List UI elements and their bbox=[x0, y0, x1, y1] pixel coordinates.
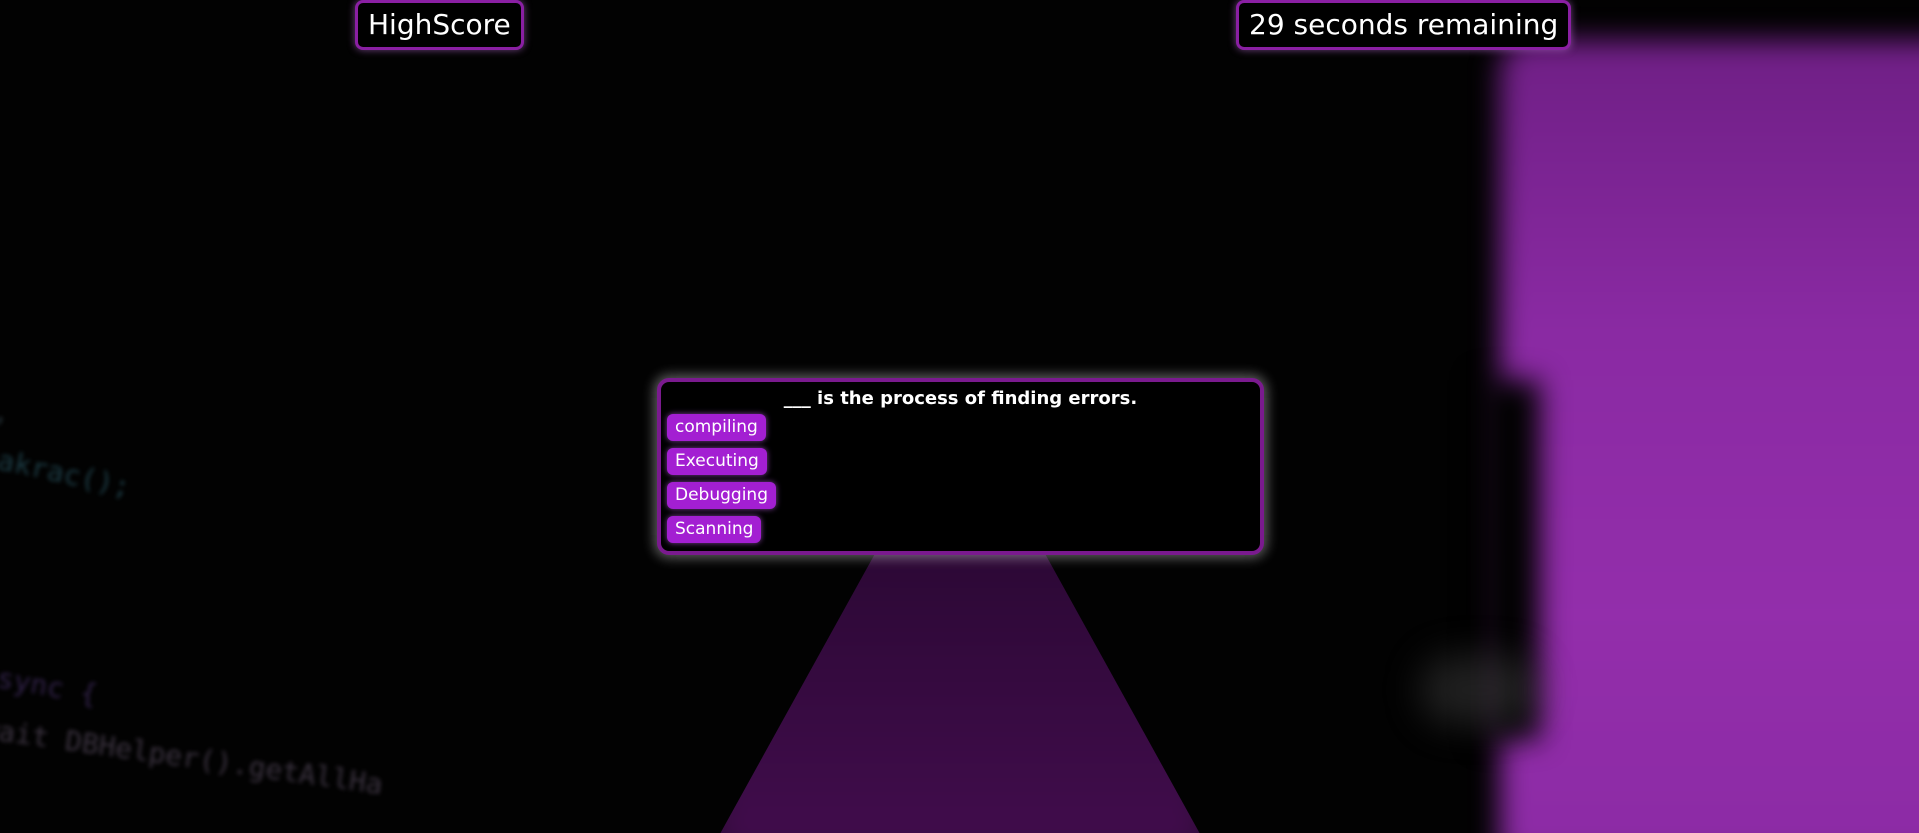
answer-item: compiling bbox=[667, 414, 1260, 448]
quiz-screen: , eakrac(); async { wait DBHelper().getA… bbox=[0, 0, 1919, 833]
background-glow bbox=[1420, 655, 1540, 725]
answer-button-compiling[interactable]: compiling bbox=[667, 414, 766, 441]
answer-button-scanning[interactable]: Scanning bbox=[667, 516, 762, 543]
background-code-line: , bbox=[0, 395, 9, 428]
answer-item: Scanning bbox=[667, 516, 1260, 550]
timer-display: 29 seconds remaining bbox=[1236, 0, 1572, 50]
background-code-line: wait DBHelper().getAllHa bbox=[0, 712, 385, 801]
question-text: ___ is the process of finding errors. bbox=[783, 388, 1138, 409]
answer-button-executing[interactable]: Executing bbox=[667, 448, 767, 475]
highscore-button[interactable]: HighScore bbox=[355, 0, 524, 50]
background-code-line: async { bbox=[0, 658, 100, 711]
answer-list: compiling Executing Debugging Scanning bbox=[667, 414, 1260, 550]
answer-item: Executing bbox=[667, 448, 1260, 482]
background-purple-panel bbox=[1500, 40, 1919, 833]
answer-button-debugging[interactable]: Debugging bbox=[667, 482, 776, 509]
question-card: ___ is the process of finding errors. co… bbox=[657, 378, 1264, 555]
answer-item: Debugging bbox=[667, 482, 1260, 516]
background-code-line: eakrac(); bbox=[0, 439, 134, 504]
